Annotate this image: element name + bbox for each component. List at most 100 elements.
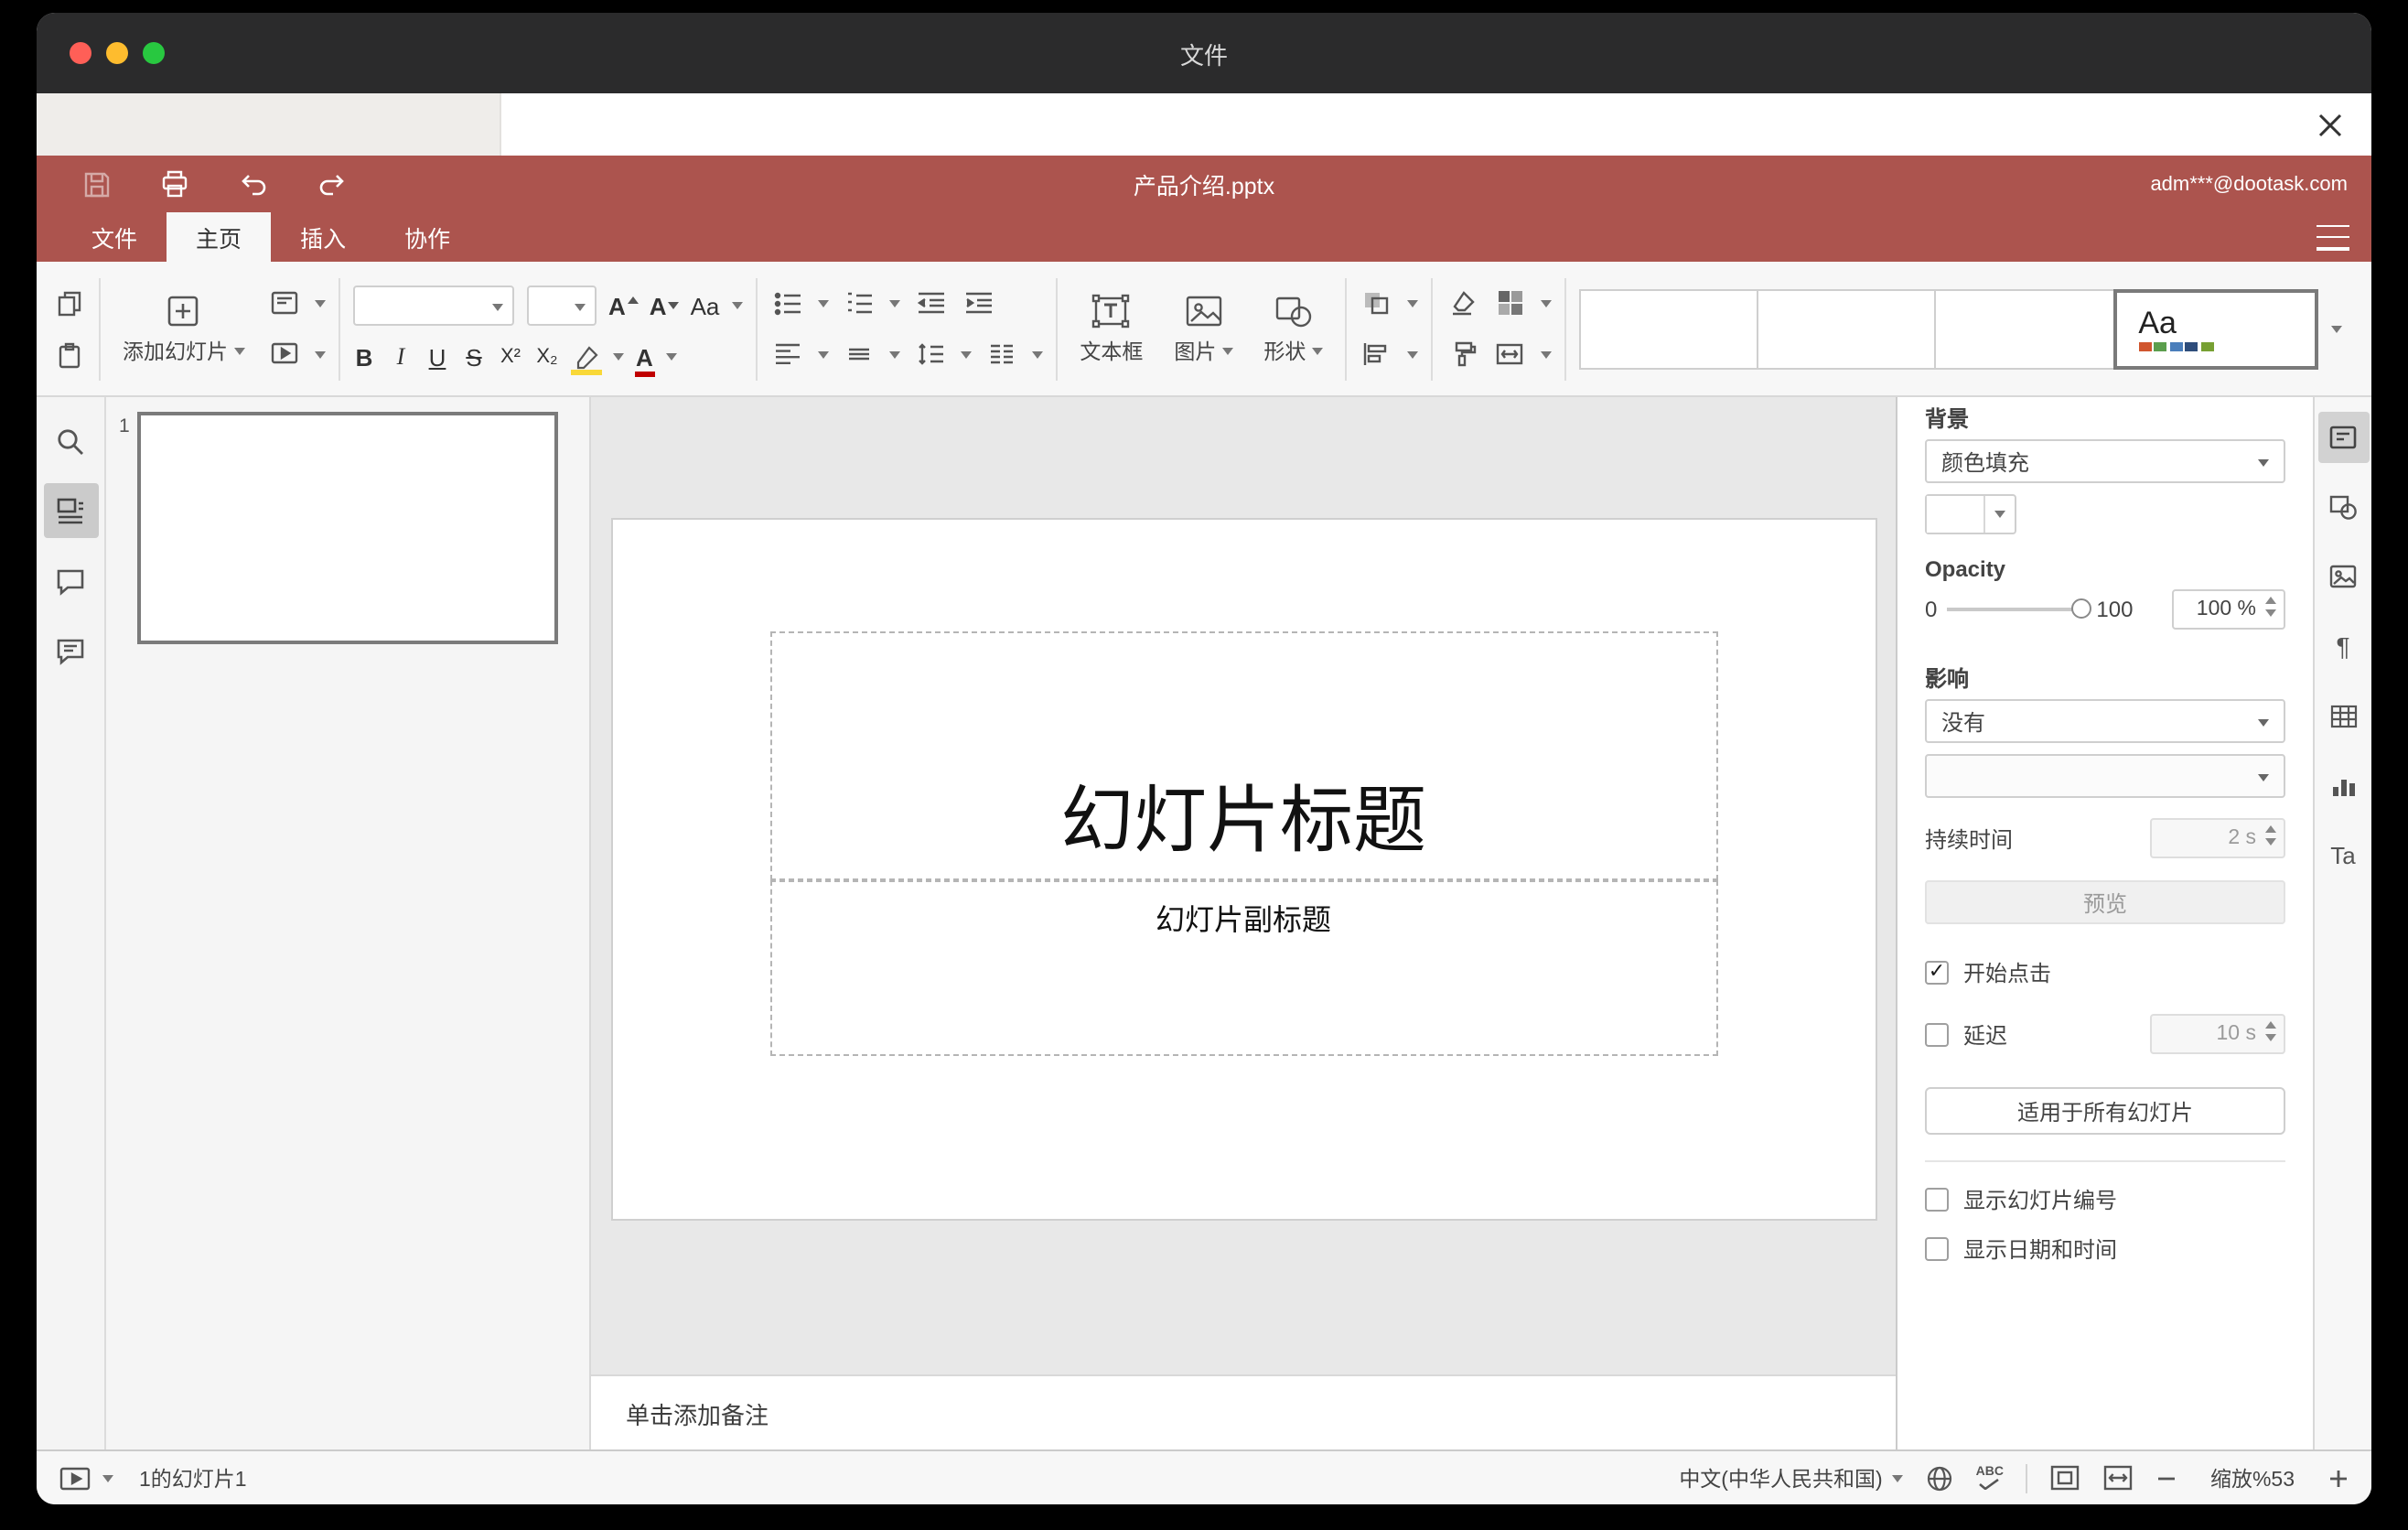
- paragraph-settings-icon[interactable]: ¶: [2317, 620, 2369, 672]
- chevron-down-icon[interactable]: [1540, 299, 1552, 307]
- slide-settings-icon[interactable]: [2317, 412, 2369, 463]
- search-icon[interactable]: [43, 414, 98, 469]
- chevron-down-icon[interactable]: [1406, 299, 1418, 307]
- slide-canvas[interactable]: 幻灯片标题 幻灯片副标题: [591, 397, 1896, 1374]
- line-spacing-icon[interactable]: [913, 337, 948, 372]
- close-window-button[interactable]: [70, 42, 91, 64]
- language-select[interactable]: 中文(中华人民共和国): [1679, 1463, 1903, 1492]
- opacity-slider-thumb[interactable]: [2070, 598, 2091, 619]
- slide-size-icon[interactable]: [1492, 337, 1527, 372]
- font-size-combo[interactable]: [526, 286, 596, 326]
- tab-insert[interactable]: 插入: [271, 212, 375, 262]
- align-shapes-icon[interactable]: [1359, 337, 1393, 372]
- tab-file[interactable]: 文件: [62, 212, 167, 262]
- theme-option[interactable]: [1757, 288, 1937, 369]
- slide[interactable]: 幻灯片标题 幻灯片副标题: [612, 520, 1875, 1219]
- chevron-down-icon[interactable]: [961, 350, 973, 358]
- decrease-indent-icon[interactable]: [913, 286, 948, 320]
- copy-icon[interactable]: [51, 286, 86, 320]
- chevron-down-icon[interactable]: [1540, 350, 1552, 358]
- bold-button[interactable]: B: [352, 343, 376, 371]
- subscript-button[interactable]: X₂: [535, 346, 559, 368]
- vertical-align-icon[interactable]: [842, 337, 876, 372]
- opacity-slider[interactable]: [1946, 598, 2091, 619]
- start-slideshow-icon[interactable]: [266, 337, 301, 372]
- copy-style-icon[interactable]: [1445, 337, 1479, 372]
- insert-image-button[interactable]: 图片: [1165, 274, 1242, 383]
- theme-option[interactable]: [1578, 288, 1759, 369]
- feedback-icon[interactable]: [43, 622, 98, 677]
- slide-layout-icon[interactable]: [266, 286, 301, 320]
- strikethrough-button[interactable]: S: [462, 343, 486, 371]
- decrease-font-icon[interactable]: A: [650, 292, 680, 319]
- slide-thumbnail-1[interactable]: [137, 412, 558, 644]
- theme-gallery-expand-icon[interactable]: [2317, 288, 2357, 369]
- textart-settings-icon[interactable]: Ta: [2317, 829, 2369, 880]
- tab-collaboration[interactable]: 协作: [375, 212, 479, 262]
- horizontal-align-icon[interactable]: [770, 337, 805, 372]
- preview-button[interactable]: 预览: [1925, 880, 2285, 924]
- arrange-shapes-icon[interactable]: [1359, 286, 1393, 320]
- close-icon[interactable]: [2311, 106, 2348, 143]
- zoom-window-button[interactable]: [143, 42, 165, 64]
- italic-button[interactable]: I: [389, 342, 413, 372]
- save-icon[interactable]: [81, 168, 112, 199]
- tab-home[interactable]: 主页: [167, 212, 272, 262]
- show-date-time-checkbox[interactable]: [1925, 1237, 1949, 1261]
- theme-option[interactable]: [1934, 288, 2115, 369]
- clear-style-icon[interactable]: [1445, 286, 1479, 320]
- chevron-down-icon[interactable]: [889, 350, 901, 358]
- effect-select[interactable]: 没有: [1925, 699, 2285, 743]
- redo-icon[interactable]: [317, 168, 348, 199]
- duration-input[interactable]: 2 s: [2150, 818, 2285, 858]
- subtitle-placeholder[interactable]: 幻灯片副标题: [769, 880, 1717, 1056]
- chevron-down-icon[interactable]: [889, 299, 901, 307]
- highlight-color-icon[interactable]: [570, 345, 601, 374]
- columns-icon[interactable]: [984, 337, 1019, 372]
- theme-option-selected[interactable]: Aa: [2112, 288, 2318, 369]
- chevron-down-icon[interactable]: [102, 1474, 113, 1482]
- shape-settings-icon[interactable]: [2317, 481, 2369, 533]
- chevron-down-icon[interactable]: [1406, 350, 1418, 358]
- slides-panel-icon[interactable]: [43, 483, 98, 538]
- font-color-icon[interactable]: A: [634, 343, 655, 376]
- change-case-icon[interactable]: Aa: [691, 292, 720, 319]
- start-slideshow-statusbar-icon[interactable]: [59, 1463, 91, 1492]
- fit-slide-icon[interactable]: [2049, 1464, 2080, 1492]
- set-language-globe-icon[interactable]: [1925, 1463, 1954, 1492]
- effect-type-select[interactable]: [1925, 754, 2285, 798]
- fill-type-select[interactable]: 颜色填充: [1925, 439, 2285, 483]
- chevron-down-icon[interactable]: [818, 350, 830, 358]
- zoom-in-icon[interactable]: [2327, 1467, 2349, 1489]
- paste-icon[interactable]: [51, 337, 86, 372]
- undo-icon[interactable]: [238, 168, 269, 199]
- notes-area[interactable]: 单击添加备注: [591, 1374, 1896, 1449]
- increase-font-icon[interactable]: A: [608, 292, 639, 319]
- zoom-out-icon[interactable]: [2155, 1467, 2177, 1489]
- image-settings-icon[interactable]: [2317, 551, 2369, 602]
- spellcheck-icon[interactable]: ABC: [1976, 1466, 2004, 1490]
- title-placeholder[interactable]: 幻灯片标题: [769, 631, 1717, 880]
- chevron-down-icon[interactable]: [818, 299, 830, 307]
- superscript-button[interactable]: X²: [499, 346, 522, 368]
- fill-color-swatch[interactable]: [1925, 494, 2016, 534]
- bullet-list-icon[interactable]: [770, 286, 805, 320]
- opacity-value-input[interactable]: 100 %: [2172, 589, 2285, 630]
- color-scheme-icon[interactable]: [1492, 286, 1527, 320]
- show-slide-number-checkbox[interactable]: [1925, 1188, 1949, 1212]
- numbered-list-icon[interactable]: [842, 286, 876, 320]
- comments-icon[interactable]: [43, 553, 98, 608]
- delay-checkbox[interactable]: [1925, 1022, 1949, 1046]
- chevron-down-icon[interactable]: [732, 302, 744, 309]
- chevron-down-icon[interactable]: [612, 353, 623, 361]
- fit-width-icon[interactable]: [2102, 1464, 2134, 1492]
- delay-input[interactable]: 10 s: [2150, 1014, 2285, 1054]
- chevron-down-icon[interactable]: [1032, 350, 1044, 358]
- add-slide-button[interactable]: 添加幻灯片: [113, 274, 253, 383]
- hamburger-menu-icon[interactable]: [2317, 224, 2349, 250]
- chevron-down-icon[interactable]: [314, 299, 325, 307]
- textbox-button[interactable]: 文本框: [1070, 274, 1152, 383]
- table-settings-icon[interactable]: [2317, 690, 2369, 741]
- insert-shape-button[interactable]: 形状: [1254, 274, 1331, 383]
- print-icon[interactable]: [159, 168, 190, 199]
